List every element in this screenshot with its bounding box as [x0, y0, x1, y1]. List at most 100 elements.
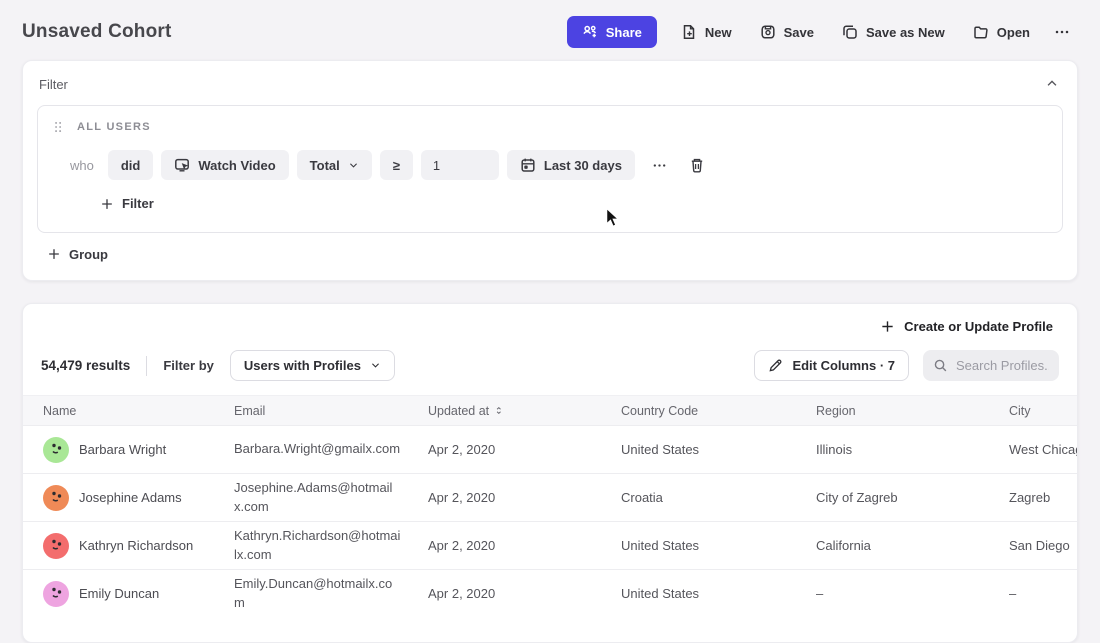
- filter-by-label: Filter by: [163, 358, 214, 373]
- search-profiles-input[interactable]: [956, 358, 1049, 373]
- search-profiles-box[interactable]: [923, 350, 1059, 381]
- profile-email: Kathryn.Richardson@hotmailx.com: [234, 527, 428, 563]
- pencil-icon: [768, 358, 783, 373]
- date-range-chip[interactable]: Last 30 days: [507, 150, 635, 180]
- cohort-group-box: ALL USERS who did Watch Video Total ≥: [37, 105, 1063, 233]
- save-button[interactable]: Save: [748, 16, 826, 48]
- profile-city: –: [1009, 586, 1077, 601]
- column-header-region[interactable]: Region: [816, 404, 1009, 418]
- edit-columns-button[interactable]: Edit Columns · 7: [754, 350, 909, 381]
- open-button[interactable]: Open: [961, 16, 1042, 48]
- filter-panel-title: Filter: [39, 77, 68, 92]
- header-actions: Share New Save Save as New Open: [567, 16, 1078, 48]
- create-or-update-profile-button[interactable]: Create or Update Profile: [880, 319, 1053, 334]
- profile-name: Kathryn Richardson: [79, 538, 193, 553]
- profile-city: Zagreb: [1009, 490, 1077, 505]
- profile-name: Josephine Adams: [79, 490, 182, 505]
- ellipsis-icon: [1054, 24, 1070, 40]
- share-button[interactable]: Share: [567, 16, 657, 48]
- profile-region: Illinois: [816, 442, 1009, 457]
- new-button[interactable]: New: [669, 16, 744, 48]
- operator-label: ≥: [393, 158, 400, 173]
- new-file-icon: [681, 24, 697, 40]
- top-bar: Unsaved Cohort Share New Save Save as Ne…: [0, 0, 1100, 60]
- plus-icon: [880, 319, 895, 334]
- profile-updated-at: Apr 2, 2020: [428, 538, 621, 553]
- plus-icon: [100, 197, 114, 211]
- did-label: did: [121, 158, 141, 173]
- profile-city: West Chicago: [1009, 442, 1078, 457]
- profile-country: United States: [621, 538, 816, 553]
- table-row[interactable]: Josephine Adams Josephine.Adams@hotmailx…: [23, 473, 1077, 521]
- trash-icon: [689, 157, 705, 173]
- copy-icon: [842, 24, 858, 40]
- group-label: ALL USERS: [77, 121, 151, 133]
- collapse-filter-button[interactable]: [1043, 75, 1061, 93]
- table-row[interactable]: Barbara Wright Barbara.Wright@gmailx.com…: [23, 425, 1077, 473]
- column-header-name[interactable]: Name: [43, 404, 234, 418]
- profile-name: Barbara Wright: [79, 442, 166, 457]
- aggregation-label: Total: [310, 158, 340, 173]
- date-range-label: Last 30 days: [544, 158, 622, 173]
- sort-icon: [494, 405, 505, 416]
- filter-panel: Filter ALL USERS who did Watch Video: [22, 60, 1078, 281]
- profile-city: San Diego: [1009, 538, 1077, 553]
- aggregation-dropdown[interactable]: Total: [297, 150, 372, 180]
- folder-icon: [973, 24, 989, 40]
- column-header-updated-at[interactable]: Updated at: [428, 404, 621, 418]
- share-people-icon: [582, 24, 598, 40]
- page-title: Unsaved Cohort: [22, 21, 172, 43]
- profile-country: Croatia: [621, 490, 816, 505]
- edit-columns-label: Edit Columns · 7: [792, 358, 895, 373]
- table-row[interactable]: Emily Duncan Emily.Duncan@hotmailx.com A…: [23, 569, 1077, 617]
- profile-updated-at: Apr 2, 2020: [428, 490, 621, 505]
- profile-updated-at: Apr 2, 2020: [428, 442, 621, 457]
- drag-handle[interactable]: [52, 120, 65, 134]
- more-options-button[interactable]: [1046, 16, 1078, 48]
- save-icon: [760, 24, 776, 40]
- table-header: Name Email Updated at Country Code Regio…: [23, 395, 1077, 425]
- ellipsis-icon: [652, 158, 667, 173]
- add-filter-button[interactable]: Filter: [100, 196, 154, 211]
- add-filter-label: Filter: [122, 196, 154, 211]
- event-icon: [174, 157, 190, 173]
- event-label: Watch Video: [198, 158, 275, 173]
- profile-type-dropdown[interactable]: Users with Profiles: [230, 350, 395, 381]
- profile-email: Barbara.Wright@gmailx.com: [234, 440, 428, 458]
- avatar: [43, 485, 69, 511]
- save-as-new-label: Save as New: [866, 25, 945, 40]
- who-label: who: [70, 158, 94, 173]
- column-header-email[interactable]: Email: [234, 404, 428, 418]
- profile-country: United States: [621, 586, 816, 601]
- create-or-update-label: Create or Update Profile: [904, 319, 1053, 334]
- add-group-button[interactable]: Group: [47, 247, 108, 262]
- profile-region: California: [816, 538, 1009, 553]
- profile-region: –: [816, 586, 1009, 601]
- calendar-icon: [520, 157, 536, 173]
- row-more-options-button[interactable]: [647, 153, 672, 178]
- profile-updated-at: Apr 2, 2020: [428, 586, 621, 601]
- table-row[interactable]: Kathryn Richardson Kathryn.Richardson@ho…: [23, 521, 1077, 569]
- chevron-down-icon: [348, 160, 359, 171]
- avatar: [43, 581, 69, 607]
- column-header-city[interactable]: City: [1009, 404, 1077, 418]
- profile-country: United States: [621, 442, 816, 457]
- avatar: [43, 437, 69, 463]
- avatar: [43, 533, 69, 559]
- did-toggle-chip[interactable]: did: [108, 150, 154, 180]
- operator-chip[interactable]: ≥: [380, 150, 413, 180]
- column-header-country-code[interactable]: Country Code: [621, 404, 816, 418]
- profiles-panel: Create or Update Profile 54,479 results …: [22, 303, 1078, 643]
- save-as-new-button[interactable]: Save as New: [830, 16, 957, 48]
- profile-region: City of Zagreb: [816, 490, 1009, 505]
- chevron-up-icon: [1045, 77, 1059, 91]
- profile-email: Josephine.Adams@hotmailx.com: [234, 479, 428, 515]
- threshold-input[interactable]: [421, 150, 499, 180]
- delete-row-button[interactable]: [684, 152, 710, 178]
- event-chip[interactable]: Watch Video: [161, 150, 288, 180]
- open-label: Open: [997, 25, 1030, 40]
- share-label: Share: [606, 25, 642, 40]
- profile-email: Emily.Duncan@hotmailx.com: [234, 575, 428, 611]
- add-group-label: Group: [69, 247, 108, 262]
- new-label: New: [705, 25, 732, 40]
